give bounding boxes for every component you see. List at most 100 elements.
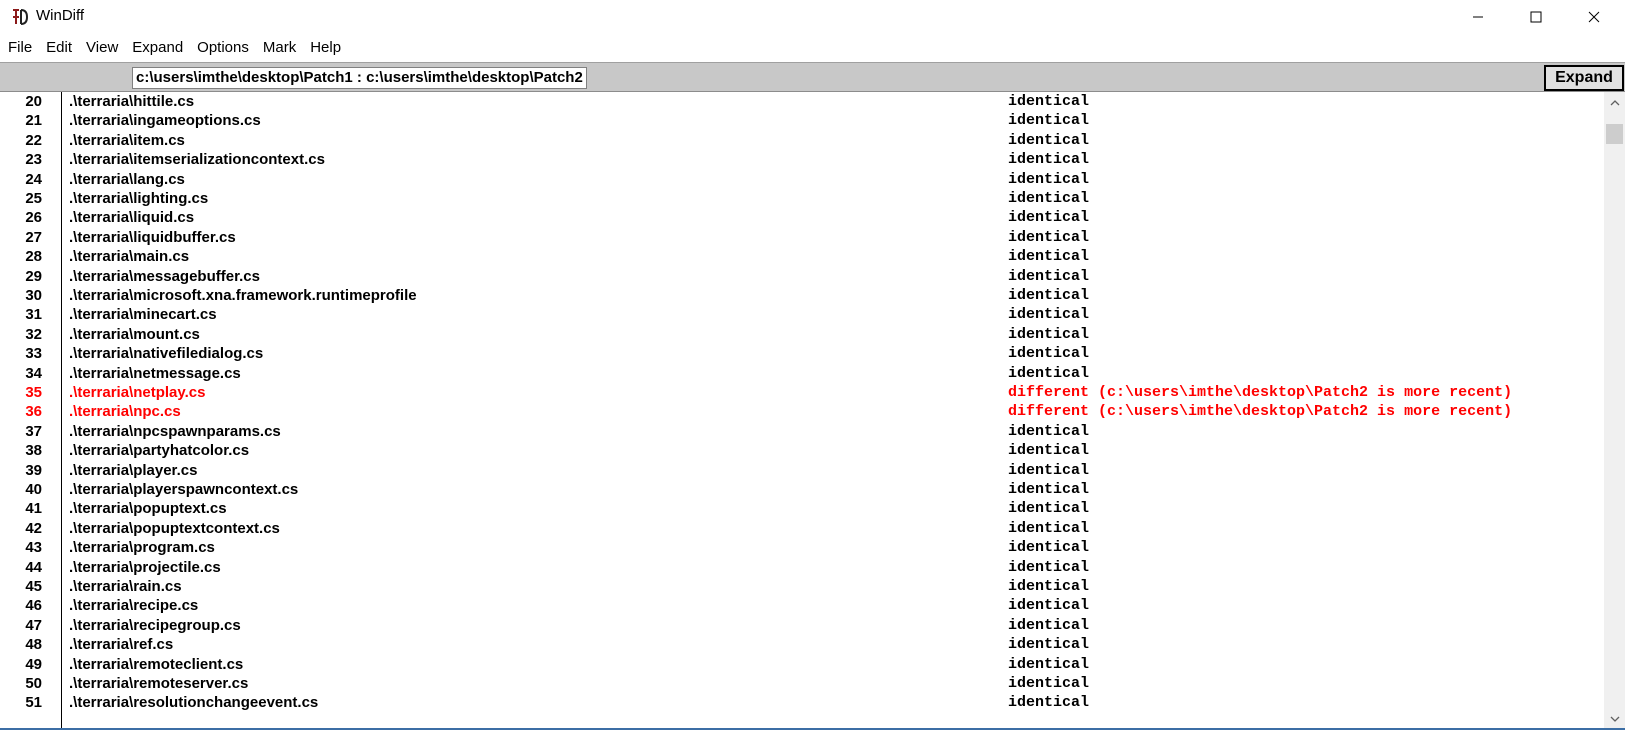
line-number: 51 (25, 694, 42, 712)
list-item[interactable]: 30 .\terraria\microsoft.xna.framework.run… (0, 286, 1604, 306)
list-item[interactable]: 21 .\terraria\ingameoptions.cs identical (0, 111, 1604, 131)
maximize-icon (1530, 11, 1542, 23)
compare-status: identical (1008, 112, 1090, 130)
scroll-thumb[interactable] (1606, 124, 1623, 144)
file-path: .\terraria\netplay.cs (69, 384, 206, 401)
list-item[interactable]: 27 .\terraria\liquidbuffer.cs identical (0, 228, 1604, 248)
file-path: .\terraria\remoteserver.cs (69, 675, 249, 692)
list-item[interactable]: 29 .\terraria\messagebuffer.cs identical (0, 267, 1604, 287)
line-number: 48 (25, 636, 42, 654)
close-button[interactable] (1565, 0, 1623, 34)
line-number: 43 (25, 539, 42, 557)
scroll-down-button[interactable] (1604, 708, 1625, 730)
line-number: 27 (25, 228, 42, 246)
menu-file[interactable]: File (1, 35, 39, 61)
compare-status: identical (1008, 422, 1090, 440)
list-item[interactable]: 39 .\terraria\player.cs identical (0, 461, 1604, 481)
file-path: .\terraria\projectile.cs (69, 558, 221, 576)
line-number-divider (61, 92, 62, 730)
compare-status: identical (1008, 500, 1090, 518)
window-title: WinDiff (36, 7, 85, 24)
list-item[interactable]: 42 .\terraria\popuptextcontext.cs identica… (0, 519, 1604, 539)
list-item[interactable]: 46 .\terraria\recipe.cs identical (0, 596, 1604, 616)
file-path: .\terraria\minecart.cs (69, 306, 217, 324)
maximize-button[interactable] (1507, 0, 1565, 34)
vertical-scrollbar[interactable] (1604, 92, 1625, 730)
compare-status: identical (1008, 345, 1090, 363)
list-item[interactable]: 48 .\terraria\ref.cs identical (0, 635, 1604, 655)
line-number: 24 (25, 170, 42, 188)
list-item[interactable]: 43 .\terraria\program.cs identical (0, 538, 1604, 558)
compare-status: different (c:\users\imthe\desktop\Patch2… (1008, 384, 1513, 401)
line-number: 41 (25, 500, 42, 518)
list-item[interactable]: 26 .\terraria\liquid.cs identical (0, 208, 1604, 228)
list-item[interactable]: 47 .\terraria\recipegroup.cs identical (0, 616, 1604, 636)
file-path: .\terraria\lighting.cs (69, 190, 209, 207)
expand-button[interactable]: Expand (1544, 65, 1624, 91)
compare-status: identical (1008, 481, 1090, 498)
list-item[interactable]: 37 .\terraria\npcspawnparams.cs identical (0, 422, 1604, 442)
chevron-down-icon (1610, 716, 1619, 722)
file-path: .\terraria\player.cs (69, 461, 198, 479)
list-item[interactable]: 38 .\terraria\partyhatcolor.cs identical (0, 441, 1604, 461)
line-number: 46 (25, 597, 42, 615)
menu-expand[interactable]: Expand (125, 35, 190, 61)
list-item[interactable]: 33 .\terraria\nativefiledialog.cs identica… (0, 344, 1604, 364)
list-item[interactable]: 34 .\terraria\netmessage.cs identical (0, 364, 1604, 384)
compare-status: identical (1008, 228, 1090, 246)
line-number: 22 (25, 131, 42, 149)
line-number: 29 (25, 267, 42, 285)
list-item[interactable]: 44 .\terraria\projectile.cs identical (0, 558, 1604, 578)
menu-mark[interactable]: Mark (256, 35, 303, 61)
list-item[interactable]: 31 .\terraria\minecart.cs identical (0, 305, 1604, 325)
minimize-button[interactable] (1449, 0, 1507, 34)
compare-status: different (c:\users\imthe\desktop\Patch2… (1008, 403, 1513, 421)
list-item[interactable]: 20 .\terraria\hittile.cs identical (0, 92, 1604, 112)
list-item[interactable]: 51 .\terraria\resolutionchangeevent.cs ide… (0, 693, 1604, 713)
line-number: 36 (25, 403, 42, 421)
scroll-up-button[interactable] (1604, 92, 1625, 114)
compare-status: identical (1008, 578, 1090, 595)
menu-help[interactable]: Help (303, 35, 348, 61)
compare-status: identical (1008, 461, 1090, 479)
list-item[interactable]: 41 .\terraria\popuptext.cs identical (0, 499, 1604, 519)
compare-status: identical (1008, 93, 1090, 110)
compare-status: identical (1008, 558, 1090, 576)
compare-status: identical (1008, 519, 1090, 537)
list-item[interactable]: 40 .\terraria\playerspawncontext.cs identi… (0, 480, 1604, 500)
list-item[interactable]: 28 .\terraria\main.cs identical (0, 247, 1604, 267)
title-bar: WinDiff (0, 0, 1625, 34)
line-number: 28 (25, 248, 42, 266)
list-item[interactable]: 50 .\terraria\remoteserver.cs identical (0, 674, 1604, 694)
file-path: .\terraria\partyhatcolor.cs (69, 442, 250, 460)
file-path: .\terraria\remoteclient.cs (69, 655, 244, 673)
file-path: .\terraria\recipegroup.cs (69, 616, 241, 634)
list-item[interactable]: 24 .\terraria\lang.cs identical (0, 170, 1604, 190)
compare-status: identical (1008, 539, 1090, 557)
list-item[interactable]: 49 .\terraria\remoteclient.cs identical (0, 655, 1604, 675)
file-path: .\terraria\recipe.cs (69, 597, 199, 615)
compare-status: identical (1008, 131, 1090, 149)
file-list[interactable]: 20 .\terraria\hittile.cs identical 21 .\terr… (0, 92, 1604, 730)
list-item[interactable]: 23 .\terraria\itemserializationcontext.cs… (0, 150, 1604, 170)
file-path: .\terraria\liquidbuffer.cs (69, 228, 236, 246)
file-path: .\terraria\lang.cs (69, 170, 185, 188)
line-number: 37 (25, 422, 42, 440)
list-item[interactable]: 36 .\terraria\npc.cs different (c:\users\i… (0, 402, 1604, 422)
line-number: 49 (25, 655, 42, 673)
file-path: .\terraria\microsoft.xna.framework.runti… (69, 287, 417, 304)
compare-status: identical (1008, 655, 1090, 673)
menu-options[interactable]: Options (190, 35, 256, 61)
file-path: .\terraria\rain.cs (69, 578, 182, 595)
list-item[interactable]: 45 .\terraria\rain.cs identical (0, 577, 1604, 597)
list-item[interactable]: 32 .\terraria\mount.cs identical (0, 325, 1604, 345)
list-item[interactable]: 25 .\terraria\lighting.cs identical (0, 189, 1604, 209)
compared-paths: c:\users\imthe\desktop\Patch1 : c:\users… (132, 67, 587, 89)
menu-view[interactable]: View (79, 35, 125, 61)
list-item[interactable]: 35 .\terraria\netplay.cs different (c:\use… (0, 383, 1604, 403)
line-number: 44 (25, 558, 42, 576)
menu-edit[interactable]: Edit (39, 35, 79, 61)
list-item[interactable]: 22 .\terraria\item.cs identical (0, 131, 1604, 151)
file-path: .\terraria\item.cs (69, 131, 185, 149)
file-path: .\terraria\resolutionchangeevent.cs (69, 694, 319, 712)
